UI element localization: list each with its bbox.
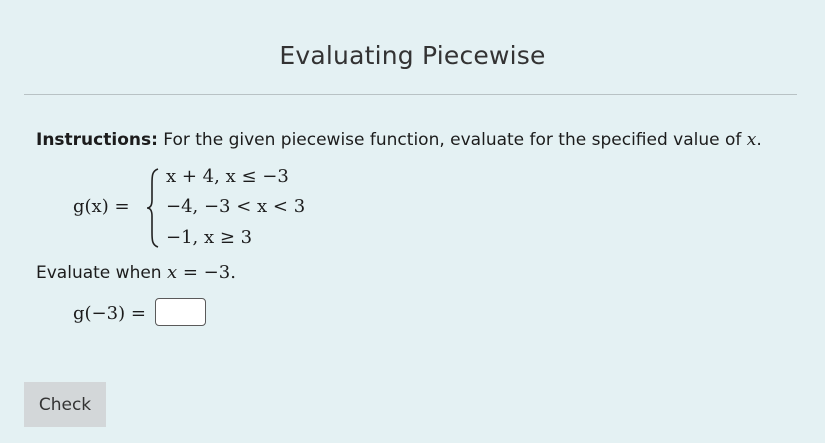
answer-input[interactable] <box>155 298 206 326</box>
evaluate-prefix: Evaluate when <box>36 263 167 283</box>
answer-label: g(−3) = <box>73 303 146 324</box>
page-title: Evaluating Piecewise <box>279 41 546 70</box>
piecewise-case-1: x + 4, x ≤ −3 <box>166 166 289 187</box>
evaluate-value: = −3. <box>177 262 236 283</box>
function-lhs: g(x) = <box>73 196 130 217</box>
instructions-end: . <box>756 130 762 150</box>
evaluate-variable: x <box>166 262 178 283</box>
divider <box>24 94 797 95</box>
piecewise-brace <box>146 168 159 248</box>
piecewise-case-3: −1, x ≥ 3 <box>166 227 253 248</box>
instructions-text: For the given piecewise function, evalua… <box>157 130 747 150</box>
piecewise-case-2: −4, −3 < x < 3 <box>166 196 306 217</box>
instructions: Instructions: For the given piecewise fu… <box>36 130 762 150</box>
evaluate-prompt: Evaluate when x = −3. <box>36 262 236 283</box>
check-button[interactable]: Check <box>24 382 106 427</box>
instructions-variable: x <box>746 130 757 150</box>
instructions-label: Instructions: <box>36 130 158 150</box>
